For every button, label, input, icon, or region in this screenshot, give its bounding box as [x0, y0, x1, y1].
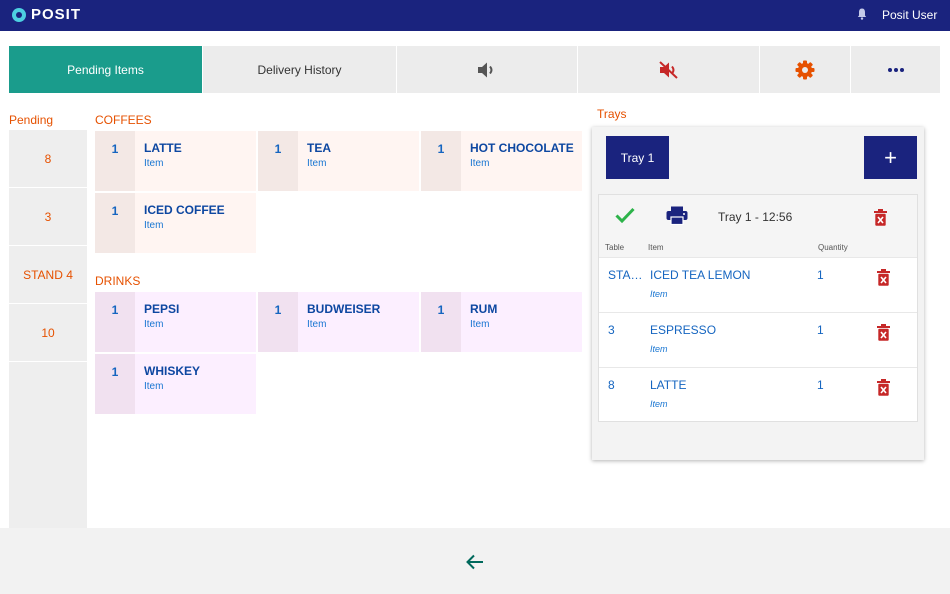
trays-panel: Tray 1 + Tray 1 - 12:56 Table Item Quant… — [592, 127, 924, 460]
pending-title: Pending — [9, 113, 54, 127]
row-quantity: 1 — [817, 378, 824, 392]
tab-settings[interactable] — [760, 46, 851, 93]
bell-icon[interactable] — [857, 8, 867, 20]
item-name: TEA — [307, 141, 331, 155]
tray-card-header: Tray 1 - 12:56 — [599, 195, 917, 236]
tray-row[interactable]: 8 LATTE Item 1 — [599, 368, 917, 423]
item-type: Item — [144, 220, 164, 231]
col-item: Item — [648, 243, 664, 252]
more-icon — [887, 67, 904, 72]
check-icon[interactable] — [615, 207, 635, 223]
item-card[interactable]: 1 RUM Item — [421, 292, 582, 352]
item-quantity: 1 — [258, 292, 298, 352]
volume-icon — [478, 62, 493, 77]
item-quantity: 1 — [95, 131, 135, 191]
item-card[interactable]: 1 PEPSI Item — [95, 292, 256, 352]
pending-item[interactable]: 8 — [9, 130, 87, 188]
tray-1-button[interactable]: Tray 1 — [606, 136, 669, 179]
item-quantity: 1 — [95, 292, 135, 352]
row-quantity: 1 — [817, 268, 824, 282]
row-item-type: Item — [650, 399, 668, 409]
gear-icon — [795, 60, 815, 79]
tab-bar: Pending Items Delivery History — [9, 46, 940, 93]
item-quantity: 1 — [95, 354, 135, 414]
row-item: ICED TEA LEMON — [650, 268, 751, 282]
row-item-type: Item — [650, 344, 668, 354]
section-title-coffees: COFFEES — [95, 113, 152, 127]
item-type: Item — [144, 319, 164, 330]
item-name: BUDWEISER — [307, 302, 381, 316]
logo-text: POSIT — [31, 6, 82, 23]
item-name: LATTE — [144, 141, 182, 155]
pending-item[interactable]: STAND 4 — [9, 246, 87, 304]
col-quantity: Quantity — [818, 243, 848, 252]
footer-bar — [0, 528, 950, 594]
tray-card: Tray 1 - 12:56 Table Item Quantity STA… … — [598, 194, 918, 422]
tab-more[interactable] — [851, 46, 940, 93]
col-table: Table — [605, 243, 625, 252]
logo: POSIT — [12, 6, 81, 23]
item-quantity: 1 — [258, 131, 298, 191]
delete-tray-icon[interactable] — [874, 209, 887, 226]
item-name: RUM — [470, 302, 498, 316]
item-quantity: 1 — [421, 131, 461, 191]
tray-row[interactable]: 3 ESPRESSO Item 1 — [599, 313, 917, 368]
item-type: Item — [307, 319, 327, 330]
row-table: STA… — [608, 268, 643, 282]
item-type: Item — [307, 158, 327, 169]
row-table: 3 — [608, 323, 615, 337]
item-name: WHISKEY — [144, 364, 201, 378]
item-card[interactable]: 1 HOT CHOCOLATE Item — [421, 131, 582, 191]
item-card[interactable]: 1 WHISKEY Item — [95, 354, 256, 414]
item-type: Item — [470, 319, 490, 330]
delete-row-icon[interactable] — [877, 324, 890, 341]
user-name[interactable]: Posit User — [882, 8, 937, 22]
trays-title: Trays — [597, 107, 627, 121]
tray-table-header: Table Item Quantity — [599, 235, 917, 258]
pending-list: 8 3 STAND 4 10 — [9, 130, 87, 528]
pending-item[interactable]: 3 — [9, 188, 87, 246]
row-quantity: 1 — [817, 323, 824, 337]
item-quantity: 1 — [421, 292, 461, 352]
tab-sound-on[interactable] — [397, 46, 578, 93]
delete-row-icon[interactable] — [877, 379, 890, 396]
item-type: Item — [470, 158, 490, 169]
pending-column: Pending 8 3 STAND 4 10 — [9, 110, 87, 528]
arrow-left-icon[interactable] — [466, 554, 484, 570]
tab-sound-off[interactable] — [578, 46, 760, 93]
mute-icon — [658, 60, 678, 79]
item-card[interactable]: 1 ICED COFFEE Item — [95, 193, 256, 253]
item-name: HOT CHOCOLATE — [470, 141, 574, 155]
item-name: PEPSI — [144, 302, 180, 316]
row-table: 8 — [608, 378, 615, 392]
add-tray-button[interactable]: + — [864, 136, 917, 179]
tray-row[interactable]: STA… ICED TEA LEMON Item 1 — [599, 258, 917, 313]
delete-row-icon[interactable] — [877, 269, 890, 286]
row-item: LATTE — [650, 378, 687, 392]
row-item: ESPRESSO — [650, 323, 717, 337]
tab-delivery-history[interactable]: Delivery History — [203, 46, 397, 93]
item-quantity: 1 — [95, 193, 135, 253]
print-icon[interactable] — [666, 206, 688, 225]
pending-item[interactable]: 10 — [9, 304, 87, 362]
item-type: Item — [144, 381, 164, 392]
logo-mark-icon — [12, 7, 26, 22]
item-type: Item — [144, 158, 164, 169]
item-card[interactable]: 1 LATTE Item — [95, 131, 256, 191]
item-name: ICED COFFEE — [144, 203, 225, 217]
top-bar: POSIT Posit User — [0, 0, 950, 31]
item-card[interactable]: 1 BUDWEISER Item — [258, 292, 419, 352]
row-item-type: Item — [650, 289, 668, 299]
item-card[interactable]: 1 TEA Item — [258, 131, 419, 191]
section-title-drinks: DRINKS — [95, 274, 141, 288]
tab-pending-items[interactable]: Pending Items — [9, 46, 203, 93]
tray-card-label: Tray 1 - 12:56 — [718, 210, 793, 224]
